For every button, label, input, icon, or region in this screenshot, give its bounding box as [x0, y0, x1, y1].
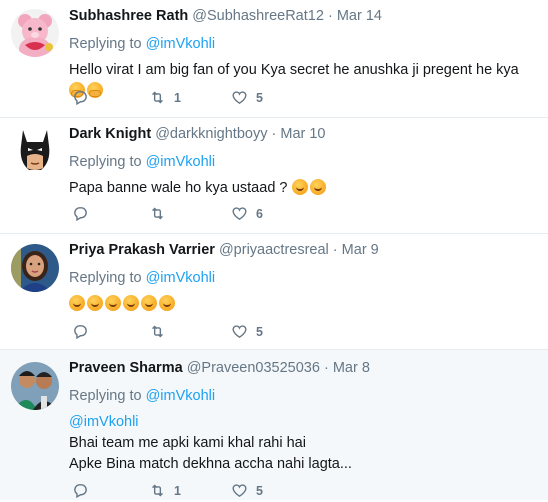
- like-button[interactable]: 5: [231, 323, 263, 340]
- like-button[interactable]: 6: [231, 205, 263, 222]
- smiling-face-emoji: [291, 179, 308, 195]
- display-name[interactable]: Praveen Sharma: [69, 360, 183, 376]
- retweet-button[interactable]: 1: [149, 89, 181, 106]
- tweet-item[interactable]: Praveen Sharma @Praveen03525036 · Mar 8 …: [0, 350, 548, 500]
- avatar[interactable]: [11, 244, 59, 292]
- tweet-date[interactable]: Mar 9: [342, 242, 379, 258]
- reply-icon: [74, 484, 87, 499]
- replying-label: Replying to: [69, 388, 142, 404]
- heart-icon: [232, 484, 247, 498]
- avatar[interactable]: [11, 362, 59, 410]
- tweet-text: Papa banne wale ho kya ustaad ?: [69, 178, 538, 199]
- smiling-face-emoji: [159, 295, 175, 311]
- replying-to-line: Replying to @imVkohli: [69, 268, 538, 288]
- display-name[interactable]: Dark Knight: [69, 126, 151, 142]
- tweet-header: Praveen Sharma @Praveen03525036 · Mar 8: [69, 358, 538, 378]
- reply-icon: [74, 325, 87, 340]
- retweet-icon: [152, 207, 163, 220]
- retweet-icon: [152, 91, 163, 104]
- user-handle[interactable]: @darkknightboyy: [155, 126, 267, 142]
- woman-portrait-avatar-image: [11, 244, 59, 292]
- smiling-face-emoji: [141, 295, 157, 311]
- reply-icon: [74, 207, 87, 222]
- replying-label: Replying to: [69, 36, 142, 52]
- retweet-button[interactable]: [149, 323, 174, 340]
- tweet-item[interactable]: Subhashree Rath @SubhashreeRat12 · Mar 1…: [0, 0, 548, 118]
- retweet-count: 1: [174, 483, 181, 498]
- replying-to-mention[interactable]: @imVkohli: [146, 388, 216, 404]
- avatar[interactable]: [11, 9, 59, 57]
- heart-icon: [232, 325, 247, 339]
- two-men-portrait-avatar-image: [11, 362, 59, 410]
- separator: ·: [327, 8, 333, 24]
- reply-button[interactable]: [72, 323, 89, 340]
- tweet-header: Dark Knight @darkknightboyy · Mar 10: [69, 124, 538, 144]
- separator: ·: [323, 360, 329, 376]
- like-count: 5: [256, 324, 263, 339]
- display-name[interactable]: Subhashree Rath: [69, 8, 188, 24]
- replying-to-mention[interactable]: @imVkohli: [146, 270, 216, 286]
- replying-to-line: Replying to @imVkohli: [69, 386, 538, 406]
- tweet-text-line: Bhai team me apki kami khal rahi hai: [69, 435, 306, 451]
- tweet-text-body: Hello virat I am big fan of you Kya secr…: [69, 62, 519, 78]
- retweet-button[interactable]: [149, 205, 174, 222]
- teddy-bear-avatar-image: [11, 9, 59, 57]
- tweet-item[interactable]: Priya Prakash Varrier @priyaactresreal ·…: [0, 234, 548, 350]
- heart-icon: [232, 207, 247, 221]
- display-name[interactable]: Priya Prakash Varrier: [69, 242, 215, 258]
- retweet-button[interactable]: 1: [149, 482, 181, 499]
- retweet-icon: [152, 325, 163, 338]
- user-handle[interactable]: @Praveen03525036: [187, 360, 320, 376]
- like-button[interactable]: 5: [231, 89, 263, 106]
- separator: ·: [271, 126, 277, 142]
- user-handle[interactable]: @SubhashreeRat12: [192, 8, 324, 24]
- tweet-header: Priya Prakash Varrier @priyaactresreal ·…: [69, 240, 538, 260]
- tweet-text: Hello virat I am big fan of you Kya secr…: [69, 60, 538, 102]
- smiling-face-emoji: [69, 295, 85, 311]
- separator: ·: [332, 242, 338, 258]
- user-handle[interactable]: @priyaactresreal: [219, 242, 329, 258]
- like-count: 6: [256, 206, 263, 221]
- heart-icon: [232, 91, 247, 105]
- replying-to-mention[interactable]: @imVkohli: [146, 154, 216, 170]
- reply-button[interactable]: [72, 205, 89, 222]
- tweet-text-line: Apke Bina match dekhna accha nahi lagta.…: [69, 456, 352, 472]
- replying-to-line: Replying to @imVkohli: [69, 34, 538, 54]
- tweet-mention[interactable]: @imVkohli: [69, 412, 538, 433]
- tweet-text: [69, 294, 538, 315]
- like-count: 5: [256, 90, 263, 105]
- smiling-face-emoji: [105, 295, 121, 311]
- smiling-face-emoji: [123, 295, 139, 311]
- replying-label: Replying to: [69, 270, 142, 286]
- tweet-date[interactable]: Mar 14: [337, 8, 382, 24]
- reply-button[interactable]: [72, 89, 89, 106]
- replying-label: Replying to: [69, 154, 142, 170]
- tweet-text: @imVkohli Bhai team me apki kami khal ra…: [69, 412, 538, 475]
- retweet-count: 1: [174, 90, 181, 105]
- replying-to-line: Replying to @imVkohli: [69, 152, 538, 172]
- batman-mask-avatar-image: [11, 126, 59, 174]
- tweet-date[interactable]: Mar 8: [333, 360, 370, 376]
- tweet-header: Subhashree Rath @SubhashreeRat12 · Mar 1…: [69, 6, 538, 26]
- like-button[interactable]: 5: [231, 482, 263, 499]
- smiling-face-emoji: [87, 295, 103, 311]
- like-count: 5: [256, 483, 263, 498]
- retweet-icon: [152, 484, 163, 497]
- tweet-item[interactable]: Dark Knight @darkknightboyy · Mar 10 Rep…: [0, 118, 548, 234]
- tweet-date[interactable]: Mar 10: [280, 126, 325, 142]
- reply-icon: [74, 91, 87, 106]
- tweet-text-body: Papa banne wale ho kya ustaad ?: [69, 180, 288, 196]
- hugging-face-emoji: [87, 82, 103, 98]
- replying-to-mention[interactable]: @imVkohli: [146, 36, 216, 52]
- reply-button[interactable]: [72, 482, 89, 499]
- avatar[interactable]: [11, 126, 59, 174]
- smiling-face-emoji: [309, 179, 326, 195]
